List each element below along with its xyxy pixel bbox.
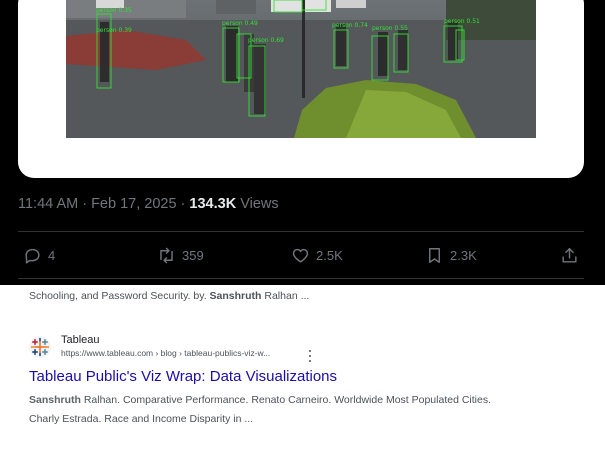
result-site-name: Tableau [61,334,100,346]
detection-label: person 0.35 [96,7,132,14]
reply-button[interactable]: 4 [23,244,55,266]
divider [18,231,584,232]
detection-label: person 0.74 [332,22,368,29]
section-edge [0,279,605,285]
search-result: Tableau https://www.tableau.com › blog ›… [29,333,589,425]
like-button[interactable]: 2.5K [291,244,343,266]
detection-label: person 0.39 [96,27,132,34]
result-title-link[interactable]: Tableau Public's Viz Wrap: Data Visualiz… [29,368,337,385]
repost-button[interactable]: 359 [157,244,204,266]
tweet-media-card[interactable]: person 0.35 person 0.39 person 0.49 pers… [18,0,584,178]
heart-icon [292,248,309,263]
tweet-action-bar: 4 359 2.5K 2.3K [0,240,605,270]
tableau-logo-icon [29,336,51,358]
repost-icon [160,247,173,263]
share-icon [562,247,577,263]
tweet-timestamp[interactable]: 11:44 AM · Feb 17, 2025 · [18,196,189,212]
street-scene-detection-image: person 0.35 person 0.39 person 0.49 pers… [66,0,536,138]
result-url: https://www.tableau.com › blog › tableau… [61,348,271,358]
bookmark-button[interactable]: 2.3K [425,244,477,266]
like-count: 2.5K [316,247,343,263]
tweet: person 0.35 person 0.39 person 0.49 pers… [0,0,605,285]
reply-icon [25,248,40,264]
share-button[interactable] [560,244,579,266]
previous-result-snippet: Schooling, and Password Security. by. Sa… [29,290,310,302]
tweet-meta: 11:44 AM · Feb 17, 2025 · 134.3K Views [18,196,279,212]
snippet-highlight: Sanshruth [209,290,262,302]
detection-label: person 0.69 [248,37,284,44]
snippet-highlight: Sanshruth [29,394,81,406]
detection-label: person 0.51 [444,18,480,25]
views-label: Views [236,196,279,212]
bookmark-icon [429,247,440,263]
result-snippet: Sanshruth Ralhan. Comparative Performanc… [29,394,492,425]
bookmark-count: 2.3K [450,247,477,263]
detection-label: person 0.49 [222,20,258,27]
result-source[interactable]: Tableau https://www.tableau.com › blog ›… [29,333,589,362]
tweet-media-video[interactable]: person 0.35 person 0.39 person 0.49 pers… [66,0,536,138]
detection-label: person 0.55 [372,25,408,32]
views-count: 134.3K [189,196,237,212]
more-options-icon[interactable] [306,350,314,362]
repost-count: 359 [182,247,204,263]
reply-count: 4 [48,247,56,263]
